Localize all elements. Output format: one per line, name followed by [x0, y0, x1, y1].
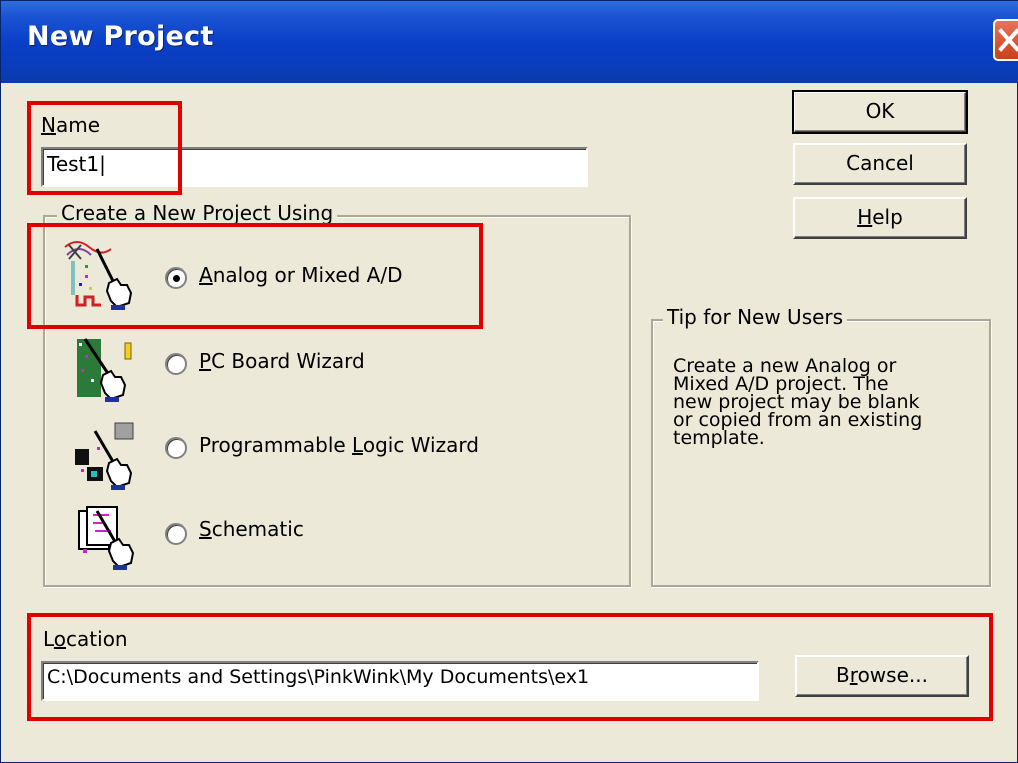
window-title: New Project — [27, 21, 214, 52]
highlight-location — [27, 613, 993, 721]
help-button[interactable]: Help — [793, 197, 967, 239]
tip-text: Create a new Analog or Mixed A/D project… — [673, 355, 923, 449]
close-button[interactable] — [993, 19, 1018, 61]
cancel-button-label: Cancel — [846, 151, 914, 175]
logic-wand-icon — [75, 422, 134, 490]
radio-logic[interactable] — [165, 437, 187, 459]
tip-legend: Tip for New Users — [663, 305, 848, 329]
option-logic-label[interactable]: Programmable Logic Wizard — [199, 433, 479, 457]
radio-pcb[interactable] — [165, 353, 187, 375]
title-bar[interactable]: New Project — [1, 1, 1018, 83]
schematic-wand-icon — [78, 506, 135, 570]
radio-schematic[interactable] — [165, 523, 187, 545]
project-type-legend: Create a New Project Using — [57, 201, 338, 225]
close-icon — [998, 28, 1018, 52]
option-pcb-label[interactable]: PC Board Wizard — [199, 349, 365, 373]
help-button-label: elp — [872, 205, 903, 229]
highlight-name — [27, 101, 182, 195]
cancel-button[interactable]: Cancel — [793, 143, 967, 185]
pcb-wand-icon — [77, 338, 132, 402]
ok-button[interactable]: OK — [792, 90, 968, 134]
new-project-dialog: New Project Name Test1| OK Cancel Help C… — [0, 0, 1018, 763]
ok-button-label: OK — [865, 99, 895, 123]
option-schematic-label[interactable]: Schematic — [199, 517, 304, 541]
highlight-analog — [27, 223, 483, 329]
